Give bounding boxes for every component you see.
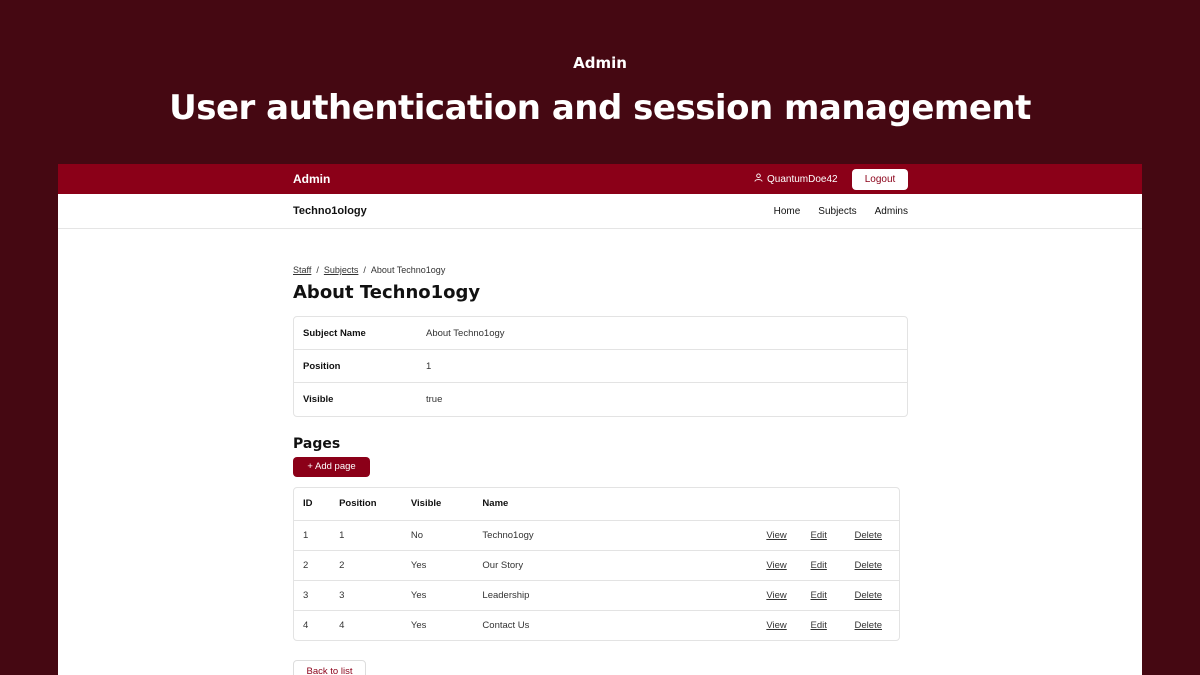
site-navbar: Techno1ology Home Subjects Admins [58, 194, 1142, 229]
cell-name: Our Story [482, 550, 767, 581]
breadcrumb: Staff / Subjects / About Techno1ogy [293, 265, 908, 275]
admin-brand[interactable]: Admin [293, 172, 330, 186]
column-header-position: Position [339, 488, 411, 521]
view-link[interactable]: View [766, 590, 786, 601]
cell-position: 3 [339, 580, 411, 611]
table-header-row: ID Position Visible Name [294, 488, 899, 521]
detail-value: 1 [426, 360, 432, 372]
edit-link[interactable]: Edit [811, 590, 827, 601]
column-header-id: ID [294, 488, 340, 521]
edit-link[interactable]: Edit [811, 530, 827, 541]
main-nav: Home Subjects Admins [774, 206, 908, 217]
logout-button[interactable]: Logout [852, 169, 908, 190]
cell-name: Leadership [482, 580, 767, 611]
table-row: 4 4 Yes Contact Us View Edit Delete [294, 610, 899, 640]
current-user: QuantumDoe42 [754, 173, 838, 185]
cell-name: Contact Us [482, 619, 530, 631]
detail-row: Visible true [294, 383, 907, 416]
detail-label: Position [303, 360, 341, 372]
back-to-list-button[interactable]: Back to list [293, 660, 366, 675]
table-row: 3 3 Yes Leadership View Edit Delete [294, 580, 899, 611]
page-title: About Techno1ogy [293, 282, 481, 303]
detail-row: Position 1 [294, 350, 907, 383]
nav-admins[interactable]: Admins [875, 206, 908, 217]
delete-link[interactable]: Delete [855, 590, 882, 601]
column-header-name: Name [482, 488, 767, 521]
breadcrumb-separator: / [363, 265, 366, 275]
detail-label: Subject Name [303, 327, 366, 339]
view-link[interactable]: View [766, 620, 786, 631]
app-screenshot: Admin QuantumDoe42 Logout Techno1ology H… [58, 164, 1142, 675]
detail-label: Visible [303, 394, 334, 405]
pages-table: ID Position Visible Name 1 1 No Techno1o… [293, 487, 900, 641]
table-row: 2 2 Yes Our Story View Edit Delete [294, 550, 899, 581]
detail-row: Subject Name About Techno1ogy [294, 317, 907, 350]
table-row: 1 1 No Techno1ogy View Edit Delete [294, 520, 899, 551]
breadcrumb-separator: / [316, 265, 319, 275]
cell-position: 4 [339, 619, 345, 631]
nav-home[interactable]: Home [774, 206, 801, 217]
cell-visible: Yes [410, 619, 427, 631]
cell-id: 1 [294, 520, 340, 551]
username: QuantumDoe42 [767, 173, 838, 185]
user-icon [754, 173, 763, 185]
cell-id: 3 [294, 580, 340, 611]
cell-id: 2 [294, 550, 340, 581]
promo-title: User authentication and session manageme… [169, 88, 1031, 128]
cell-position: 2 [339, 550, 411, 581]
delete-link[interactable]: Delete [855, 560, 882, 571]
view-link[interactable]: View [766, 530, 786, 541]
detail-value: true [426, 394, 443, 405]
breadcrumb-staff[interactable]: Staff [293, 265, 311, 275]
cell-position: 1 [339, 520, 411, 551]
promo-eyebrow: Admin [573, 54, 627, 72]
cell-name: Techno1ogy [482, 520, 767, 551]
delete-link[interactable]: Delete [855, 620, 882, 631]
cell-id: 4 [303, 619, 309, 631]
edit-link[interactable]: Edit [811, 560, 827, 571]
delete-link[interactable]: Delete [855, 530, 882, 541]
nav-subjects[interactable]: Subjects [818, 206, 856, 217]
cell-visible: No [410, 520, 483, 551]
edit-link[interactable]: Edit [811, 620, 827, 631]
cell-visible: Yes [410, 580, 483, 611]
cell-visible: Yes [410, 550, 483, 581]
breadcrumb-subjects[interactable]: Subjects [324, 265, 359, 275]
subject-details: Subject Name About Techno1ogy Position 1… [293, 316, 908, 417]
site-name[interactable]: Techno1ology [293, 205, 367, 217]
top-bar: Admin QuantumDoe42 Logout [58, 164, 1142, 194]
pages-heading: Pages [293, 436, 341, 452]
view-link[interactable]: View [766, 560, 786, 571]
breadcrumb-current: About Techno1ogy [370, 265, 446, 275]
main-content: Staff / Subjects / About Techno1ogy About Te… [293, 265, 908, 641]
detail-value: About Techno1ogy [426, 327, 505, 339]
column-header-visible: Visible [410, 488, 483, 521]
add-page-button[interactable]: + Add page [293, 457, 370, 477]
